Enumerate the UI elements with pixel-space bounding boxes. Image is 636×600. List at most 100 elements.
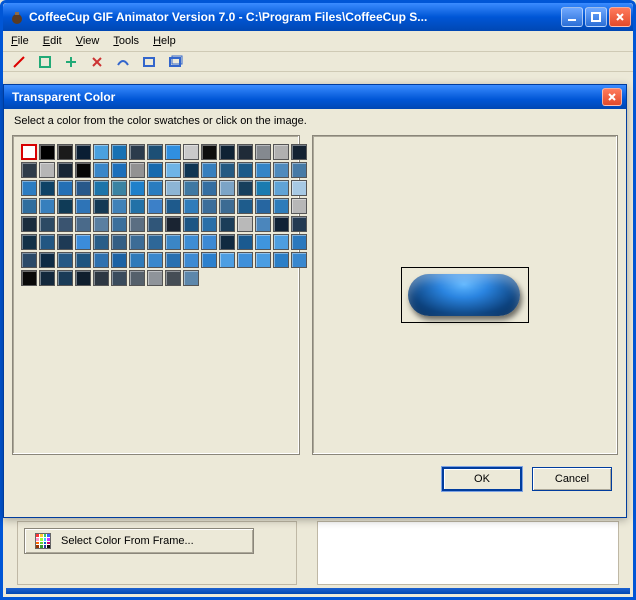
color-swatch[interactable] [147,144,163,160]
color-swatch[interactable] [111,198,127,214]
color-swatch[interactable] [219,234,235,250]
color-swatch[interactable] [255,234,271,250]
color-swatch[interactable] [75,144,91,160]
color-swatch[interactable] [237,198,253,214]
color-swatch[interactable] [21,144,37,160]
color-swatch[interactable] [273,216,289,232]
color-swatch[interactable] [165,180,181,196]
color-swatch[interactable] [57,270,73,286]
color-swatch[interactable] [255,252,271,268]
color-swatch[interactable] [129,216,145,232]
color-swatch[interactable] [75,216,91,232]
color-swatch[interactable] [147,162,163,178]
color-swatch[interactable] [237,252,253,268]
color-swatch[interactable] [183,234,199,250]
color-swatch[interactable] [183,270,199,286]
color-swatch[interactable] [237,162,253,178]
color-swatch[interactable] [93,270,109,286]
color-swatch[interactable] [183,180,199,196]
color-swatch[interactable] [75,252,91,268]
color-swatch[interactable] [21,180,37,196]
cancel-button[interactable]: Cancel [532,467,612,491]
preview-pane[interactable] [312,135,618,455]
toolbar-icon[interactable] [115,54,131,70]
ok-button[interactable]: OK [442,467,522,491]
toolbar-icon[interactable] [89,54,105,70]
color-swatch[interactable] [201,252,217,268]
color-swatch[interactable] [255,216,271,232]
close-button[interactable] [609,7,631,27]
color-swatch[interactable] [237,216,253,232]
color-swatch[interactable] [219,180,235,196]
color-swatch[interactable] [93,162,109,178]
color-swatch[interactable] [129,234,145,250]
color-swatch[interactable] [255,180,271,196]
color-swatch[interactable] [129,180,145,196]
color-swatch[interactable] [147,216,163,232]
color-swatch[interactable] [111,162,127,178]
color-swatch[interactable] [201,144,217,160]
minimize-button[interactable] [561,7,583,27]
color-swatch[interactable] [147,180,163,196]
color-swatch[interactable] [291,252,307,268]
color-swatch[interactable] [273,252,289,268]
color-swatch[interactable] [219,252,235,268]
color-swatch[interactable] [237,180,253,196]
menu-view[interactable]: View [76,35,100,47]
color-swatch[interactable] [291,234,307,250]
color-swatch[interactable] [39,234,55,250]
color-swatch[interactable] [111,144,127,160]
menu-file[interactable]: File [11,35,29,47]
color-swatch[interactable] [57,216,73,232]
color-swatch[interactable] [111,270,127,286]
color-swatch[interactable] [147,252,163,268]
color-swatch[interactable] [165,144,181,160]
color-swatch[interactable] [39,270,55,286]
color-swatch[interactable] [291,162,307,178]
color-swatch[interactable] [147,234,163,250]
color-swatch[interactable] [165,198,181,214]
color-swatch[interactable] [21,270,37,286]
color-swatch[interactable] [219,198,235,214]
color-swatch[interactable] [111,180,127,196]
color-swatch[interactable] [165,162,181,178]
menu-help[interactable]: Help [153,35,176,47]
color-swatch[interactable] [57,234,73,250]
dialog-close-button[interactable] [602,88,622,106]
color-swatch[interactable] [219,162,235,178]
color-swatch[interactable] [39,252,55,268]
maximize-button[interactable] [585,7,607,27]
color-swatch[interactable] [165,270,181,286]
color-swatch[interactable] [255,162,271,178]
color-swatch[interactable] [201,162,217,178]
color-swatch[interactable] [183,216,199,232]
color-swatch[interactable] [129,270,145,286]
color-swatch[interactable] [21,216,37,232]
color-swatch[interactable] [201,216,217,232]
color-swatch[interactable] [165,252,181,268]
color-swatch[interactable] [183,252,199,268]
color-swatch[interactable] [237,234,253,250]
color-swatch[interactable] [291,216,307,232]
color-swatch[interactable] [201,234,217,250]
color-swatch[interactable] [57,162,73,178]
color-swatch[interactable] [111,216,127,232]
color-swatch[interactable] [129,252,145,268]
color-swatch[interactable] [273,180,289,196]
color-swatch[interactable] [93,216,109,232]
color-swatch[interactable] [183,198,199,214]
menu-tools[interactable]: Tools [113,35,139,47]
color-swatch[interactable] [291,198,307,214]
color-swatch[interactable] [273,234,289,250]
color-swatch[interactable] [111,252,127,268]
color-swatch[interactable] [93,252,109,268]
color-swatch[interactable] [219,216,235,232]
color-swatch[interactable] [93,234,109,250]
color-swatch[interactable] [57,144,73,160]
color-swatch[interactable] [273,162,289,178]
color-swatch[interactable] [39,144,55,160]
color-swatch[interactable] [183,144,199,160]
color-swatch[interactable] [291,144,307,160]
color-swatch[interactable] [21,252,37,268]
color-swatch[interactable] [147,270,163,286]
